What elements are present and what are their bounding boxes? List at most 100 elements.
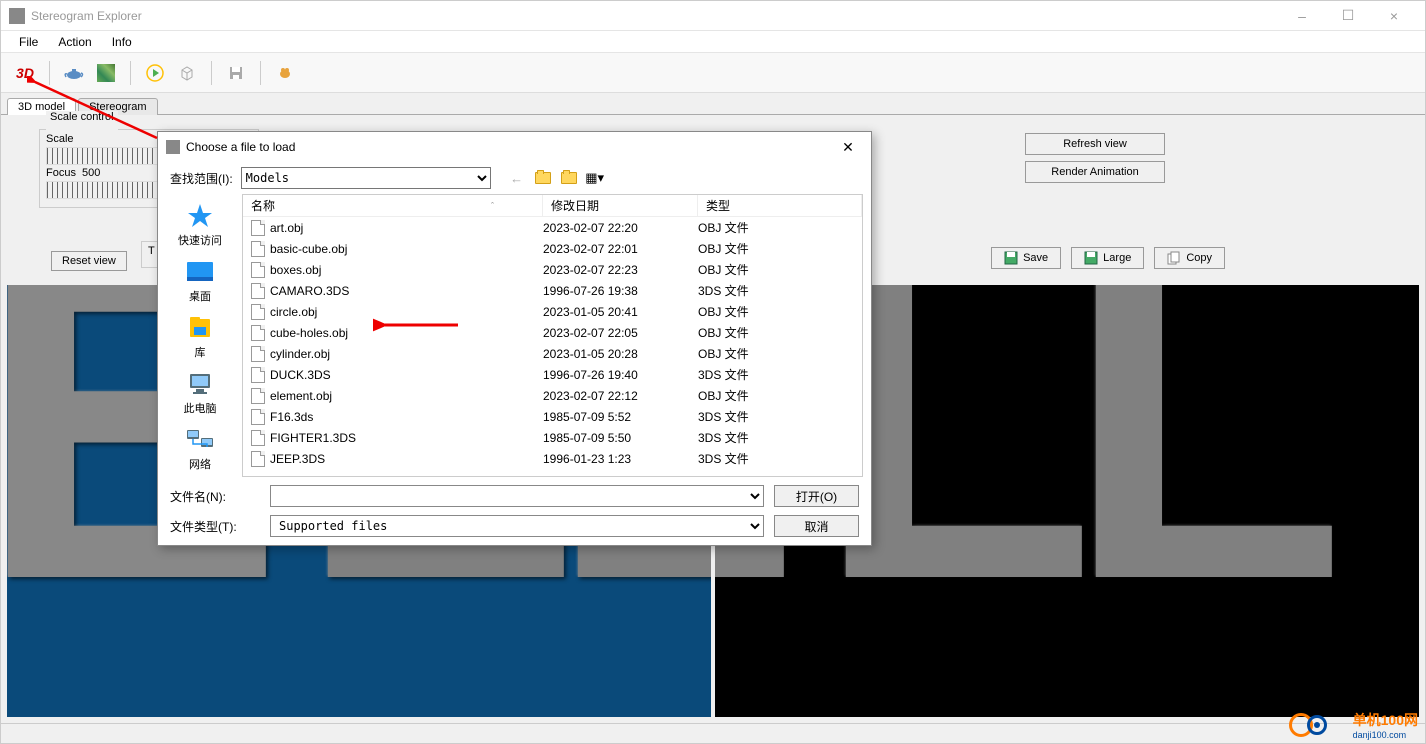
place-this-pc[interactable]: 此电脑	[163, 366, 237, 420]
watermark-logo-icon	[1289, 710, 1349, 740]
pc-icon	[184, 370, 216, 398]
new-folder-icon[interactable]	[559, 168, 579, 188]
file-row[interactable]: cylinder.obj 2023-01-05 20:28 OBJ 文件	[243, 343, 862, 364]
header-name[interactable]: 名称ˆ	[243, 195, 543, 216]
render-animation-button[interactable]: Render Animation	[1025, 161, 1165, 183]
file-icon	[251, 388, 265, 404]
file-type: 3DS 文件	[698, 366, 862, 383]
filetype-dropdown[interactable]: Supported files	[270, 515, 764, 537]
close-button[interactable]: ×	[1371, 1, 1417, 31]
tabs-row: 3D model Stereogram	[1, 93, 1425, 115]
file-row[interactable]: element.obj 2023-02-07 22:12 OBJ 文件	[243, 385, 862, 406]
file-date: 2023-02-07 22:23	[543, 263, 698, 277]
annotation-arrow-1	[27, 76, 167, 146]
file-row[interactable]: circle.obj 2023-01-05 20:41 OBJ 文件	[243, 301, 862, 322]
open-button[interactable]: 打开(O)	[774, 485, 859, 507]
file-name: element.obj	[270, 389, 332, 403]
file-row[interactable]: JEEP.3DS 1996-01-23 1:23 3DS 文件	[243, 448, 862, 469]
file-icon	[251, 451, 265, 467]
file-name: F16.3ds	[270, 410, 313, 424]
toolbar-separator	[211, 61, 212, 85]
watermark-brand: 单机100网	[1353, 710, 1418, 730]
toolbar-save-button[interactable]	[222, 59, 250, 87]
file-type: OBJ 文件	[698, 261, 862, 278]
file-row[interactable]: CAMARO.3DS 1996-07-26 19:38 3DS 文件	[243, 280, 862, 301]
file-icon	[251, 283, 265, 299]
dialog-title: Choose a file to load	[186, 140, 295, 154]
minimize-button[interactable]: –	[1279, 1, 1325, 31]
back-icon[interactable]: ←	[507, 168, 527, 188]
file-date: 2023-02-07 22:12	[543, 389, 698, 403]
up-folder-icon[interactable]	[533, 168, 553, 188]
file-row[interactable]: FIGHTER1.3DS 1985-07-09 5:50 3DS 文件	[243, 427, 862, 448]
libraries-icon	[184, 314, 216, 342]
filename-label: 文件名(N):	[170, 488, 260, 505]
file-list[interactable]: art.obj 2023-02-07 22:20 OBJ 文件 basic-cu…	[243, 217, 862, 476]
file-date: 1996-07-26 19:38	[543, 284, 698, 298]
dialog-titlebar: Choose a file to load ✕	[158, 132, 871, 162]
right-panel: Refresh view Render Animation	[1025, 133, 1165, 183]
header-type[interactable]: 类型	[698, 195, 862, 216]
dialog-lookin-row: 查找范围(I): Models ← ▦▾	[158, 162, 871, 194]
place-network[interactable]: 网络	[163, 422, 237, 476]
file-date: 2023-02-07 22:20	[543, 221, 698, 235]
file-name: basic-cube.obj	[270, 242, 347, 256]
filetype-label: 文件类型(T):	[170, 518, 260, 535]
file-date: 1996-07-26 19:40	[543, 368, 698, 382]
file-date: 1996-01-23 1:23	[543, 452, 698, 466]
file-name: FIGHTER1.3DS	[270, 431, 356, 445]
file-type: OBJ 文件	[698, 303, 862, 320]
place-libraries[interactable]: 库	[163, 310, 237, 364]
file-type: 3DS 文件	[698, 282, 862, 299]
file-name: JEEP.3DS	[270, 452, 325, 466]
refresh-view-button[interactable]: Refresh view	[1025, 133, 1165, 155]
save-icon	[1084, 251, 1098, 265]
maximize-button[interactable]: ☐	[1325, 1, 1371, 31]
toolbar-bug-button[interactable]	[271, 59, 299, 87]
file-date: 2023-01-05 20:41	[543, 305, 698, 319]
filename-input[interactable]	[270, 485, 764, 507]
file-type: OBJ 文件	[698, 324, 862, 341]
file-icon	[251, 241, 265, 257]
file-row[interactable]: boxes.obj 2023-02-07 22:23 OBJ 文件	[243, 259, 862, 280]
lookin-dropdown[interactable]: Models	[241, 167, 491, 189]
large-button[interactable]: Large	[1071, 247, 1144, 269]
file-icon	[251, 346, 265, 362]
place-quick-access[interactable]: 快速访问	[163, 198, 237, 252]
reset-view-button[interactable]: Reset view	[51, 251, 127, 271]
header-date[interactable]: 修改日期	[543, 195, 698, 216]
file-row[interactable]: F16.3ds 1985-07-09 5:52 3DS 文件	[243, 406, 862, 427]
save-button[interactable]: Save	[991, 247, 1061, 269]
toolbar-cube-button[interactable]	[173, 59, 201, 87]
file-date: 2023-02-07 22:05	[543, 326, 698, 340]
copy-icon	[1167, 251, 1181, 265]
file-date: 2023-02-07 22:01	[543, 242, 698, 256]
file-icon	[251, 304, 265, 320]
file-type: OBJ 文件	[698, 240, 862, 257]
dialog-icon	[166, 140, 180, 154]
copy-button[interactable]: Copy	[1154, 247, 1225, 269]
file-row[interactable]: basic-cube.obj 2023-02-07 22:01 OBJ 文件	[243, 238, 862, 259]
file-name: cylinder.obj	[270, 347, 330, 361]
file-row[interactable]: cube-holes.obj 2023-02-07 22:05 OBJ 文件	[243, 322, 862, 343]
file-name: circle.obj	[270, 305, 317, 319]
annotation-arrow-2	[373, 313, 463, 337]
view-menu-icon[interactable]: ▦▾	[585, 168, 605, 188]
file-date: 2023-01-05 20:28	[543, 347, 698, 361]
save-panel: Save Large Copy	[991, 247, 1225, 269]
toolbar-separator	[260, 61, 261, 85]
menu-file[interactable]: File	[9, 33, 48, 51]
menu-action[interactable]: Action	[48, 33, 101, 51]
place-desktop[interactable]: 桌面	[163, 254, 237, 308]
file-row[interactable]: art.obj 2023-02-07 22:20 OBJ 文件	[243, 217, 862, 238]
file-type: OBJ 文件	[698, 387, 862, 404]
cancel-button[interactable]: 取消	[774, 515, 859, 537]
file-icon	[251, 262, 265, 278]
focus-value: 500	[82, 167, 100, 179]
lookin-label: 查找范围(I):	[170, 170, 233, 187]
menu-info[interactable]: Info	[102, 33, 142, 51]
file-row[interactable]: DUCK.3DS 1996-07-26 19:40 3DS 文件	[243, 364, 862, 385]
file-icon	[251, 430, 265, 446]
file-icon	[251, 220, 265, 236]
dialog-close-button[interactable]: ✕	[833, 134, 863, 160]
